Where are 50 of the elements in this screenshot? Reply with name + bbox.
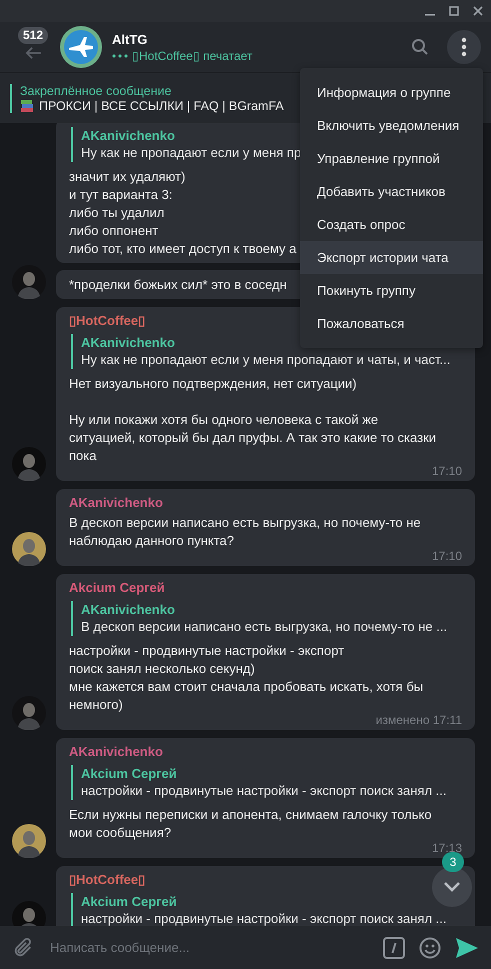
attach-icon[interactable] (12, 936, 34, 958)
chat-title: AltTG (112, 32, 148, 46)
message-text: В дескоп версии написано есть выгрузка, но почему-то не наблюдаю данного пункта? (69, 514, 421, 550)
reply-quote[interactable]: Akcium Сергей настройки - продвинутые настройки - экспорт поиск занял ... (71, 765, 446, 800)
more-icon (461, 37, 467, 57)
avatar[interactable] (12, 447, 46, 481)
sender-name: AKanivichenko (69, 495, 163, 510)
close-icon[interactable] (473, 6, 483, 16)
message-time: изменено 17:11 (376, 714, 462, 727)
pinned-label: Закреплённое сообщение (20, 84, 172, 98)
unread-badge: 512 (18, 27, 48, 44)
message-time: 17:10 (432, 465, 462, 478)
menu-item[interactable]: Покинуть группу (300, 274, 483, 307)
more-button[interactable] (447, 30, 481, 64)
avatar[interactable] (12, 824, 46, 858)
sender-name: AKanivichenko (69, 744, 163, 759)
bot-command-icon[interactable] (383, 936, 405, 958)
menu-item[interactable]: Управление группой (300, 142, 483, 175)
sender-name: ▯HotCoffee▯ (69, 313, 146, 328)
emoji-icon[interactable] (419, 936, 441, 958)
back-button[interactable] (23, 45, 43, 61)
typing-status: ▯HotCoffee▯ печатает (132, 48, 252, 62)
sender-name: Akcium Сергей (69, 580, 165, 595)
back-arrow-icon (24, 46, 42, 60)
send-icon[interactable] (455, 936, 479, 958)
message-text: настройки - продвинутые настройки - экспорт поиск занял несколько секунд) мне кажется вам стоит сначала пробовать искать, хотя бы немного) (69, 642, 424, 714)
menu-item[interactable]: Информация о группе (300, 76, 483, 109)
menu-item[interactable]: Добавить участников (300, 175, 483, 208)
avatar[interactable] (12, 532, 46, 566)
pinned-text: ПРОКСИ | ВСЕ ССЫЛКИ | FAQ | BGramFA (39, 98, 284, 112)
composer-bar[interactable]: Написать сообщение... (0, 926, 491, 969)
menu-item[interactable]: Создать опрос (300, 208, 483, 241)
avatar[interactable] (12, 696, 46, 730)
typing-icon (112, 54, 128, 58)
message-time: 17:10 (432, 550, 462, 563)
chevron-down-icon (443, 881, 461, 893)
message-input[interactable]: Написать сообщение... (48, 939, 369, 956)
books-icon (20, 98, 34, 112)
message-text: *проделки божьих сил* это в соседн (69, 276, 287, 294)
search-icon (411, 38, 429, 56)
sender-name: ▯HotCoffee▯ (69, 872, 146, 887)
group-avatar (60, 26, 102, 68)
avatar[interactable] (12, 265, 46, 299)
message-text: Нет визуального подтверждения, нет ситуации) Ну или покажи хотя бы одного человека с такой же ситуацией, который бы дал пруфы. А так это какие то сказки пока (69, 375, 436, 465)
message-text: Если нужны переписки и апонента, снимаем галочку только мои сообщения? (69, 806, 432, 842)
message-text: значит их удаляют) и тут варианта 3: либо ты удалил либо оппонент либо тот, кто имеет доступ к твоему а (69, 168, 296, 258)
maximize-icon[interactable] (449, 6, 459, 16)
menu-item[interactable]: Экспорт истории чата (300, 241, 483, 274)
message-time: 17:13 (432, 842, 462, 855)
reply-quote[interactable]: AKanivichenko В дескоп версии написано есть выгрузка, но почему-то не ... (71, 601, 448, 636)
